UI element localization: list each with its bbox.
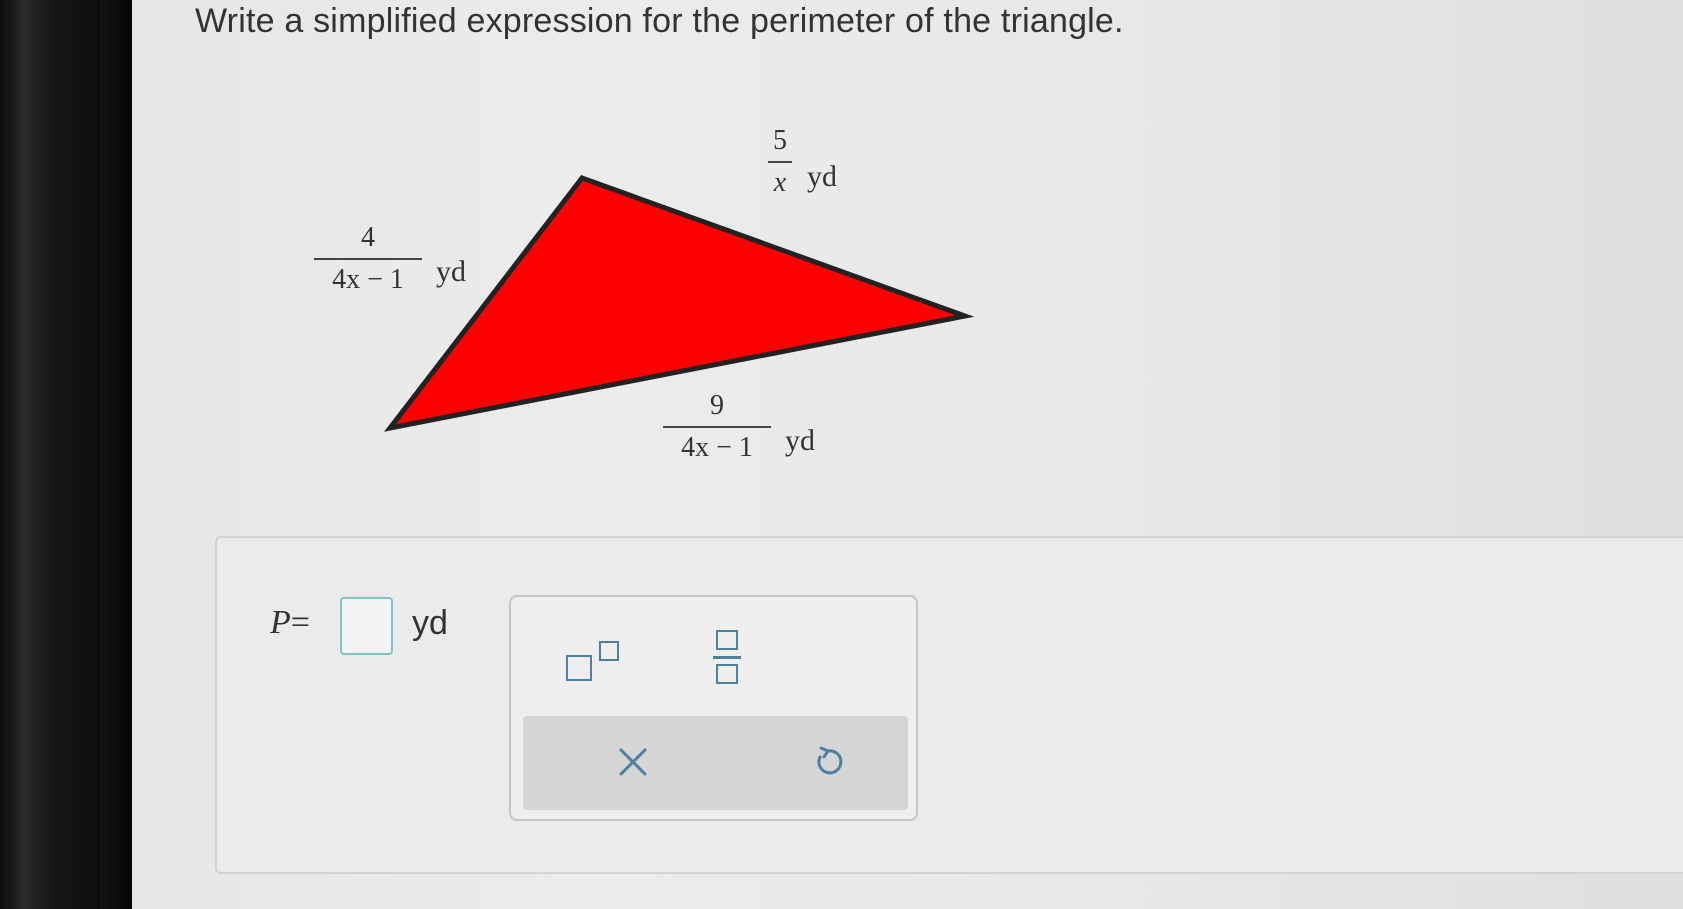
answer-input[interactable] bbox=[340, 597, 393, 655]
toolbox-action-bar bbox=[523, 716, 908, 810]
exponent-power-icon bbox=[599, 641, 619, 661]
device-bezel-edge bbox=[100, 0, 132, 909]
side-top-denominator: x bbox=[773, 167, 787, 198]
answer-panel bbox=[215, 536, 1683, 874]
side-bottom-numerator: 9 bbox=[710, 390, 724, 421]
fraction-bar bbox=[314, 258, 422, 260]
side-top-numerator: 5 bbox=[773, 125, 787, 156]
side-bottom-denominator: 4x − 1 bbox=[681, 432, 753, 463]
side-top-fraction: 5 x bbox=[764, 125, 796, 199]
fraction-bar bbox=[663, 426, 771, 428]
perimeter-label: P= bbox=[270, 604, 310, 642]
exponent-base-icon bbox=[566, 655, 592, 681]
fraction-denominator-icon bbox=[716, 664, 738, 684]
side-left-unit: yd bbox=[436, 255, 466, 288]
close-icon bbox=[619, 748, 647, 776]
screen: Write a simplified expression for the pe… bbox=[0, 0, 1683, 909]
answer-unit: yd bbox=[412, 604, 448, 642]
perimeter-variable: P bbox=[270, 604, 291, 641]
fraction-numerator-icon bbox=[716, 630, 738, 650]
math-toolbox bbox=[509, 595, 918, 821]
exponent-template-button[interactable] bbox=[556, 627, 626, 687]
equals-sign: = bbox=[290, 604, 310, 641]
side-left-denominator: 4x − 1 bbox=[332, 264, 404, 295]
side-top-unit: yd bbox=[807, 160, 837, 193]
side-bottom-unit: yd bbox=[785, 424, 815, 457]
undo-icon bbox=[817, 746, 843, 775]
triangle-figure bbox=[383, 175, 975, 432]
side-left-fraction: 4 4x − 1 bbox=[314, 222, 422, 296]
question-prompt: Write a simplified expression for the pe… bbox=[195, 2, 1124, 40]
fraction-line-icon bbox=[713, 656, 741, 659]
side-bottom-fraction: 9 4x − 1 bbox=[663, 390, 771, 464]
clear-button[interactable] bbox=[613, 742, 653, 782]
undo-button[interactable] bbox=[808, 742, 848, 782]
fraction-bar bbox=[768, 161, 792, 163]
side-left-numerator: 4 bbox=[361, 222, 375, 253]
fraction-template-button[interactable] bbox=[691, 622, 761, 692]
